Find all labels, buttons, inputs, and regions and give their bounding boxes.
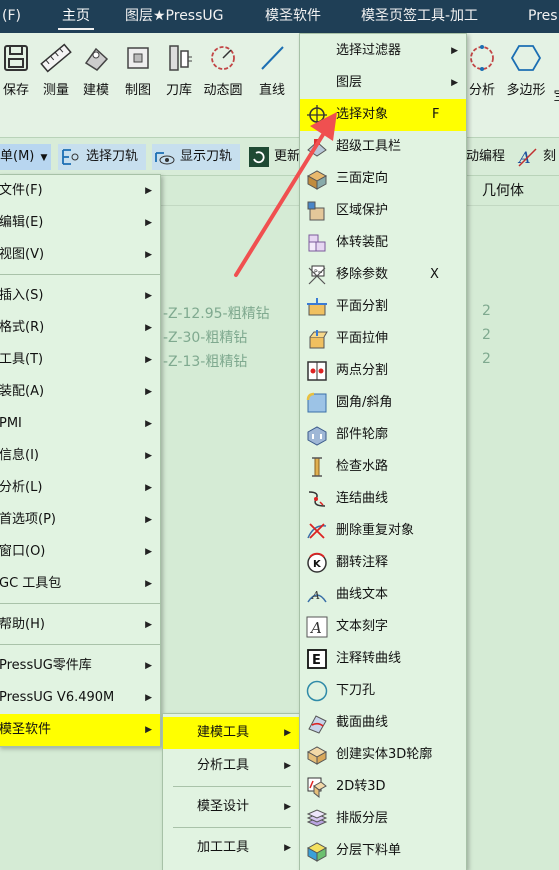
annotation-arrow	[234, 112, 337, 277]
